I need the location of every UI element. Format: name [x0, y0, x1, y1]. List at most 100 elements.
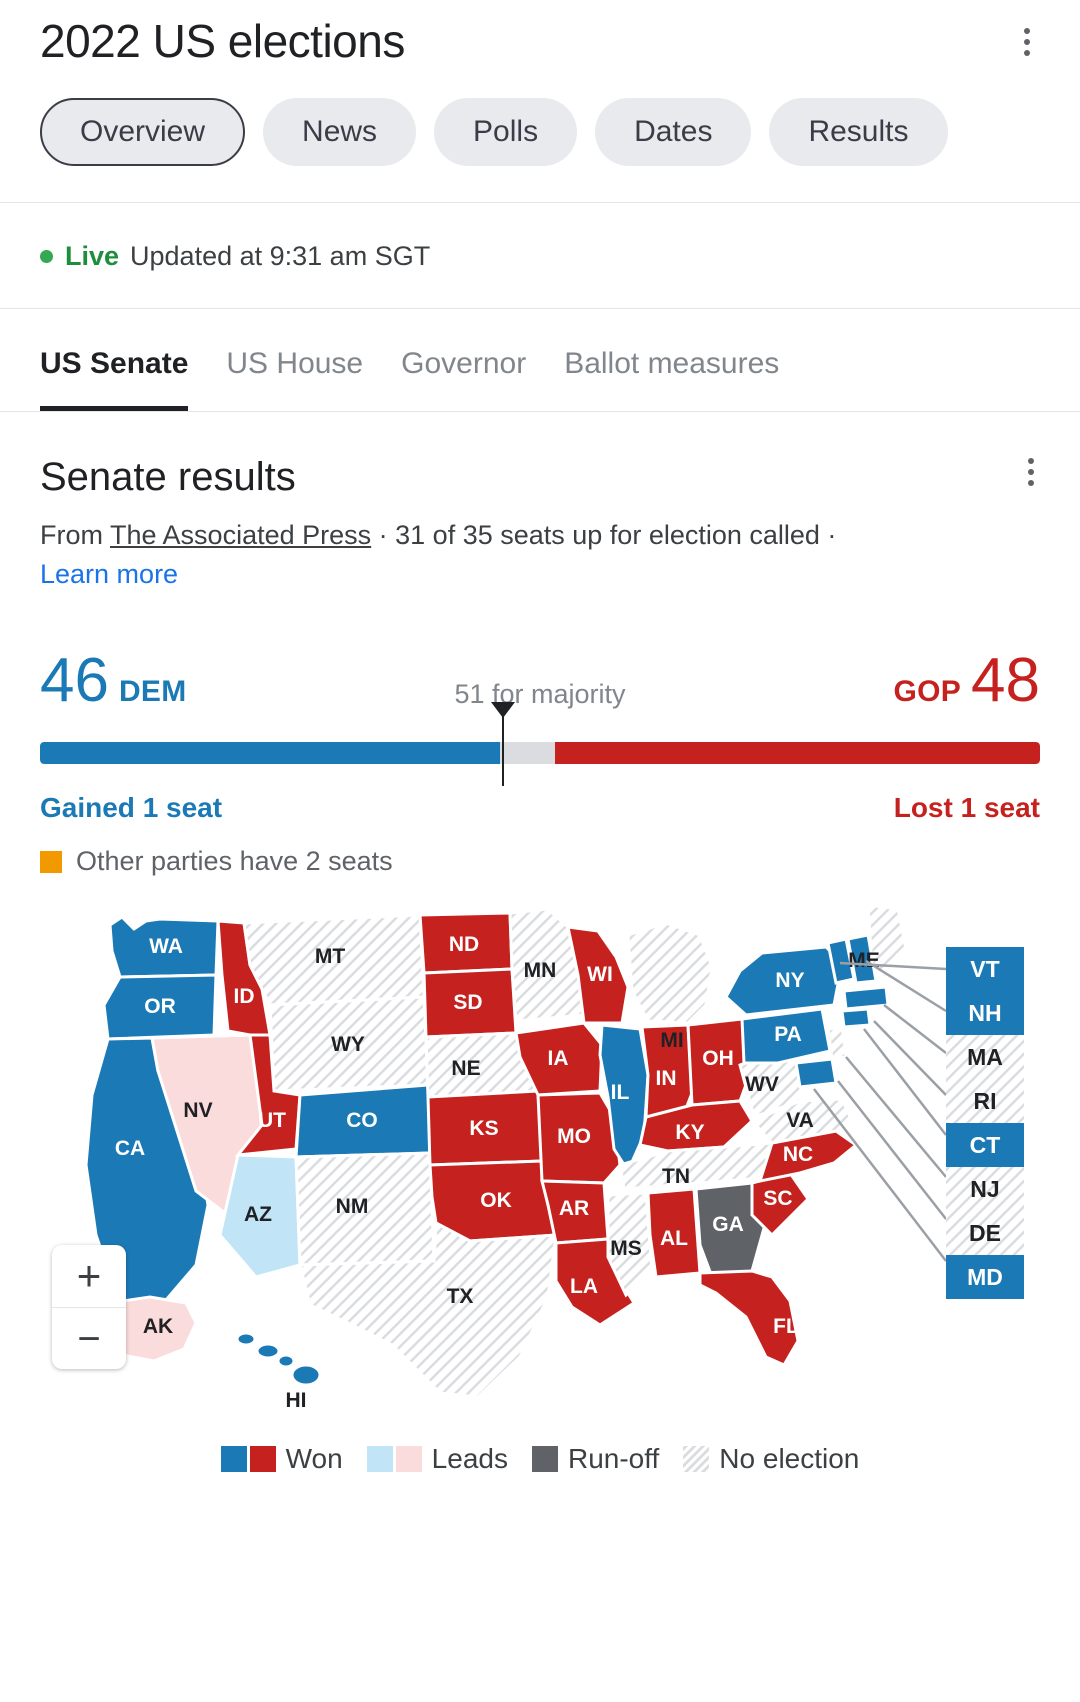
- state-label-TN: TN: [662, 1165, 690, 1188]
- state-MI[interactable]: [626, 921, 714, 1025]
- state-label-IA: IA: [548, 1047, 569, 1070]
- source-middle: · 31 of 35 seats up for election called …: [371, 520, 837, 550]
- other-parties-row: Other parties have 2 seats: [40, 846, 1040, 877]
- state-label-GA: GA: [712, 1213, 744, 1236]
- state-label-ME: ME: [848, 949, 880, 972]
- other-parties-swatch: [40, 850, 62, 873]
- legend-swatch-group: [366, 1446, 422, 1473]
- state-label-MI: MI: [660, 1029, 683, 1052]
- results-kebab-menu-icon[interactable]: [1022, 452, 1040, 492]
- legend-swatch-dem-won: [220, 1446, 247, 1473]
- dem-count-value: 46: [40, 646, 109, 716]
- chip-results[interactable]: Results: [769, 98, 948, 166]
- majority-threshold-label: 51 for majority: [454, 679, 626, 710]
- state-label-FL: FL: [773, 1315, 799, 1338]
- gop-seat-change: Lost 1 seat: [893, 792, 1040, 824]
- state-MA[interactable]: [842, 985, 890, 1011]
- state-label-TX: TX: [447, 1285, 474, 1308]
- state-label-NE: NE: [451, 1057, 480, 1080]
- chip-polls[interactable]: Polls: [434, 98, 578, 166]
- legend-item-no-election: No election: [683, 1443, 859, 1475]
- tab-ballot-measures[interactable]: Ballot measures: [564, 309, 817, 411]
- callout-label-CT: CT: [970, 1132, 1001, 1158]
- live-status-row: Live Updated at 9:31 am SGT: [0, 203, 1080, 308]
- legend-item-leads: Leads: [366, 1443, 508, 1475]
- learn-more-link[interactable]: Learn more: [40, 559, 178, 589]
- results-source-line: From The Associated Press · 31 of 35 sea…: [40, 516, 840, 594]
- callout-label-MD: MD: [967, 1264, 1003, 1290]
- state-NJ[interactable]: [826, 1025, 848, 1061]
- state-label-AL: AL: [660, 1227, 688, 1250]
- tab-governor[interactable]: Governor: [401, 309, 564, 411]
- zoom-in-button[interactable]: +: [52, 1245, 126, 1307]
- state-label-AR: AR: [559, 1197, 589, 1220]
- state-label-CO: CO: [346, 1109, 378, 1132]
- seat-bar-track: [40, 742, 1040, 765]
- state-label-UT: UT: [258, 1109, 286, 1132]
- source-prefix: From: [40, 520, 111, 550]
- chip-dates[interactable]: Dates: [595, 98, 752, 166]
- kebab-dot: [1028, 480, 1034, 486]
- map-zoom-controls[interactable]: + −: [52, 1245, 126, 1370]
- tab-label: Governor: [401, 347, 527, 380]
- state-CT[interactable]: [840, 1007, 872, 1029]
- other-parties-label: Other parties have 2 seats: [76, 846, 393, 877]
- legend-swatch-gop-leads: [395, 1446, 422, 1473]
- gop-count-value: 48: [971, 646, 1040, 716]
- state-label-MT: MT: [315, 945, 345, 968]
- state-label-OH: OH: [702, 1047, 734, 1070]
- tab-us-senate[interactable]: US Senate: [40, 309, 226, 411]
- tab-label: US House: [226, 347, 364, 380]
- leader-line-DE: [837, 1080, 947, 1221]
- chip-label: Overview: [80, 115, 206, 148]
- tab-us-house[interactable]: US House: [226, 309, 401, 411]
- chip-overview[interactable]: Overview: [40, 98, 246, 166]
- chip-label: Dates: [634, 115, 713, 148]
- live-label: Live: [65, 241, 120, 271]
- section-chip-bar: Overview News Polls Dates Results: [0, 70, 1080, 166]
- state-label-NM: NM: [336, 1195, 369, 1218]
- state-label-SD: SD: [453, 991, 482, 1014]
- gop-seat-count: GOP 48: [893, 650, 1040, 712]
- state-label-NC: NC: [783, 1143, 813, 1166]
- legend-swatch-no-election: [683, 1446, 710, 1473]
- tab-label: US Senate: [40, 347, 189, 380]
- majority-marker: [491, 702, 515, 787]
- callout-label-NH: NH: [968, 1000, 1001, 1026]
- state-MD[interactable]: [794, 1057, 838, 1089]
- kebab-menu-icon[interactable]: [1014, 14, 1040, 70]
- state-HI[interactable]: [235, 1331, 322, 1387]
- state-label-SC: SC: [763, 1187, 792, 1210]
- legend-swatch-gop-won: [249, 1446, 276, 1473]
- legend-label-runoff: Run-off: [567, 1443, 660, 1475]
- state-label-MS: MS: [610, 1237, 642, 1260]
- tab-label: Ballot measures: [564, 347, 780, 380]
- state-label-ND: ND: [449, 933, 479, 956]
- legend-item-won: Won: [220, 1443, 343, 1475]
- leader-line-MA: [883, 1004, 947, 1055]
- kebab-dot: [1024, 39, 1030, 45]
- chip-label: Polls: [473, 115, 539, 148]
- state-label-PA: PA: [774, 1023, 802, 1046]
- us-results-map[interactable]: WA OR CA NV ID MT WY UT CO AZ NM ND SD N…: [0, 905, 1080, 1435]
- state-label-KS: KS: [469, 1117, 498, 1140]
- page-header: 2022 US elections: [0, 0, 1080, 70]
- state-label-WI: WI: [587, 963, 613, 986]
- callout-label-DE: DE: [969, 1220, 1001, 1246]
- chip-news[interactable]: News: [263, 98, 417, 166]
- kebab-dot: [1024, 50, 1030, 56]
- chip-label: News: [302, 115, 378, 148]
- source-link[interactable]: The Associated Press: [110, 520, 371, 550]
- state-label-IL: IL: [611, 1081, 630, 1104]
- live-dot-icon: [40, 250, 53, 263]
- zoom-out-button[interactable]: −: [52, 1307, 126, 1369]
- state-label-WY: WY: [331, 1033, 365, 1056]
- state-label-MN: MN: [524, 959, 557, 982]
- kebab-dot: [1028, 469, 1034, 475]
- legend-label-won: Won: [285, 1443, 343, 1475]
- state-label-OK: OK: [480, 1189, 512, 1212]
- state-label-CA: CA: [115, 1137, 145, 1160]
- state-label-HI: HI: [286, 1389, 307, 1412]
- kebab-dot: [1028, 458, 1034, 464]
- live-updated-text: Updated at 9:31 am SGT: [130, 241, 431, 271]
